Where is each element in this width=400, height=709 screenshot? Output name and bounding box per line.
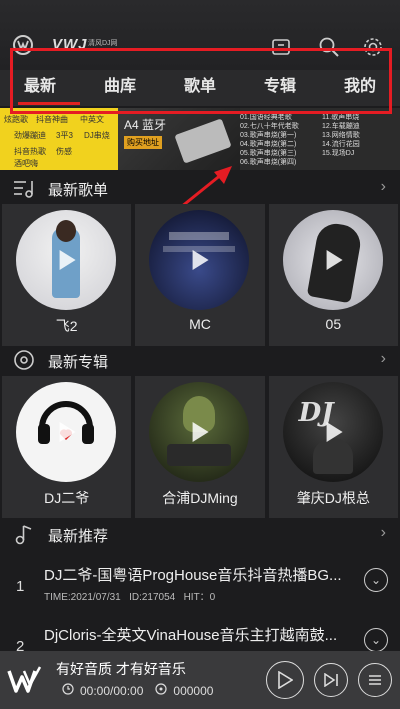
mini-player: 有好音质 才有好音乐 00:00/00:00 000000 (0, 651, 400, 709)
album-cover (16, 382, 116, 482)
logo-text: VWJ (52, 36, 88, 53)
banner-product-title: A4 蓝牙 (124, 118, 167, 132)
logo-icon (13, 35, 33, 55)
next-button[interactable] (314, 663, 348, 697)
banner-tag: 伤感 (56, 147, 72, 156)
tab-library[interactable]: 曲库 (80, 70, 160, 106)
bluetooth-device-image (174, 118, 232, 164)
banner-tag: 劲爆蹦迪 (14, 131, 46, 140)
player-logo-icon[interactable] (6, 661, 44, 699)
banner-song: 06.歌声串烧(第四) (240, 159, 297, 166)
banner-song: 15.现场DJ (322, 150, 355, 157)
album-card[interactable]: DJ 肇庆DJ根总 (268, 376, 398, 518)
banner-tag: 酒吧嗨 (14, 159, 38, 168)
section-latest-playlists[interactable]: 最新歌单 › (0, 172, 400, 204)
banner-tag: 炫跑歌 (4, 115, 28, 124)
tab-latest[interactable]: 最新 (0, 70, 80, 106)
playlist-menu-button[interactable] (358, 663, 392, 697)
playlist-cover (282, 210, 383, 310)
playlist-title: 飞2 (55, 318, 78, 334)
album-cards: DJ二爷 合浦DJMing DJ 肇庆DJ根总 (0, 376, 400, 518)
more-chevron-icon[interactable]: › (381, 524, 386, 542)
track-hit: HIT：0 (183, 592, 216, 603)
playlist-card[interactable]: 05 (268, 204, 398, 346)
playlist-cover (16, 210, 116, 310)
chevron-down-icon[interactable]: ⌄ (364, 568, 388, 592)
more-chevron-icon[interactable]: › (381, 350, 386, 368)
section-title: 最新推荐 (48, 528, 109, 545)
tab-mine[interactable]: 我的 (320, 70, 400, 106)
section-title: 最新歌单 (48, 182, 109, 199)
banner-tag: 中英文 (80, 115, 104, 124)
track-id: ID:217054 (129, 592, 176, 603)
section-latest-recommend[interactable]: 最新推荐 › (0, 518, 400, 550)
main-tabs: 最新 曲库 歌单 专辑 我的 (0, 70, 400, 106)
share-icon[interactable] (268, 34, 294, 60)
skip-next-icon (324, 673, 338, 687)
playlist-cover (149, 210, 250, 310)
album-card[interactable]: 合浦DJMing (135, 376, 265, 518)
chevron-down-icon[interactable]: ⌄ (364, 628, 388, 652)
banner-product-badge: 购买地址 (124, 136, 162, 149)
banner-category-panel: 炫跑歌 抖音神曲 中英文 劲爆蹦迪 3平3 DJ串烧 抖音热歌 伤感 酒吧嗨 (0, 108, 118, 170)
section-latest-albums[interactable]: 最新专辑 › (0, 344, 400, 376)
tab-playlists[interactable]: 歌单 (160, 70, 240, 106)
player-time: 00:00/00:00 (80, 683, 144, 698)
play-icon[interactable] (326, 422, 343, 442)
headphone-count-icon (155, 683, 168, 698)
track-title: DjCloris-全英文VinaHouse音乐主打越南鼓... (44, 627, 338, 644)
album-title: DJ二爷 (44, 490, 90, 506)
album-card[interactable]: DJ二爷 (2, 376, 132, 518)
active-tab-indicator (18, 102, 80, 105)
tab-albums[interactable]: 专辑 (240, 70, 320, 106)
playlist-icon (14, 181, 33, 198)
logo-subtitle: 清风DJ网 (88, 40, 118, 47)
playlist-card[interactable]: MC (135, 204, 265, 346)
menu-icon (369, 675, 381, 685)
play-icon[interactable] (59, 422, 76, 442)
playlist-cards: 飞2 MC 05 (0, 204, 400, 346)
playlist-title: MC (189, 316, 211, 332)
banner-tag: 抖音热歌 (14, 147, 46, 156)
play-icon[interactable] (59, 250, 76, 270)
player-slogan: 有好音质 才有好音乐 (56, 661, 186, 677)
track-time: TIME:2021/07/31 (44, 592, 121, 603)
search-icon[interactable] (316, 34, 342, 60)
play-icon (278, 671, 293, 689)
list-item[interactable]: 1 DJ二爷-国粤语ProgHouse音乐抖音热播BG... TIME:2021… (0, 560, 400, 620)
app-header: VWJ 清风DJ网 (0, 0, 400, 70)
play-count: 000000 (173, 683, 214, 698)
album-icon (14, 350, 34, 370)
play-icon[interactable] (192, 250, 209, 270)
banner-tag: 3平3 (56, 131, 73, 140)
play-icon[interactable] (326, 250, 343, 270)
track-number: 1 (16, 578, 25, 595)
music-note-icon (15, 525, 32, 545)
track-title: DJ二爷-国粤语ProgHouse音乐抖音热播BG... (44, 567, 342, 584)
clock-icon (62, 683, 74, 698)
settings-icon[interactable] (360, 34, 386, 60)
album-cover (149, 382, 250, 482)
album-title: 合浦DJMing (162, 490, 238, 506)
playlist-title: 05 (325, 316, 342, 332)
section-title: 最新专辑 (48, 354, 109, 371)
playlist-card[interactable]: 飞2 (2, 204, 132, 346)
player-time-row: 00:00/00:00 000000 (62, 683, 213, 698)
app-logo: VWJ 清风DJ网 (12, 34, 122, 56)
album-cover: DJ (282, 382, 383, 482)
banner-tag: 抖音神曲 (36, 115, 68, 124)
banner-tag: DJ串烧 (84, 131, 110, 140)
track-meta: TIME:2021/07/31 ID:217054 HIT：0 (44, 588, 215, 603)
play-button[interactable] (266, 661, 304, 699)
play-icon[interactable] (192, 422, 209, 442)
album-title: 肇庆DJ根总 (296, 490, 370, 506)
more-chevron-icon[interactable]: › (381, 178, 386, 196)
banner-song-list: 01.国语经典老歌 02.七八十年代老歌 03.歌声串烧(第一) 04.歌声串烧… (240, 112, 400, 166)
